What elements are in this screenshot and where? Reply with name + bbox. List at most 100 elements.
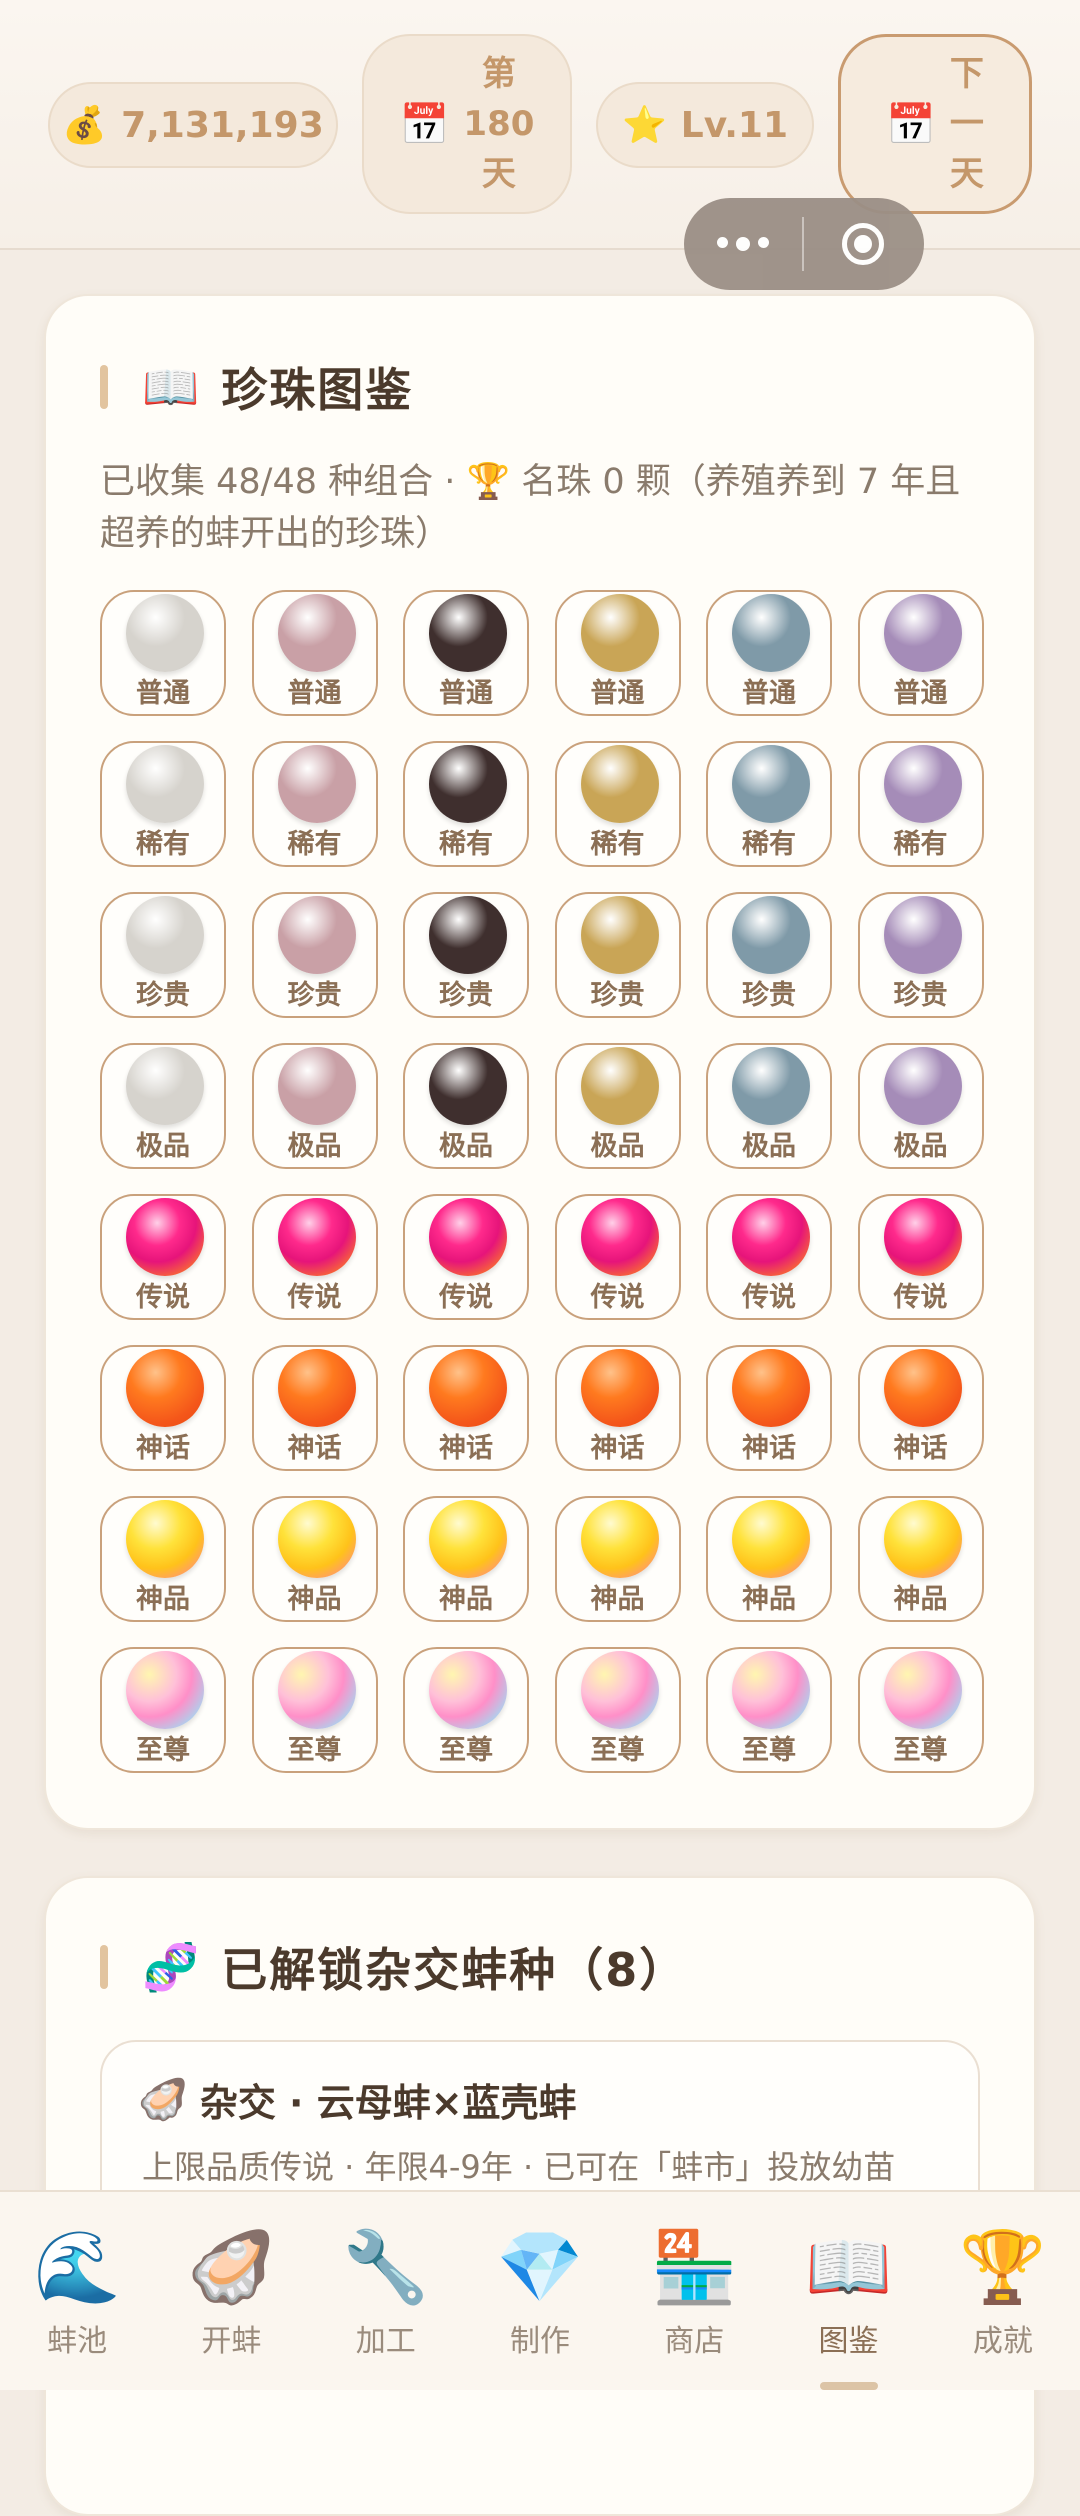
pearl-icon [580,1500,659,1578]
pearl-tile[interactable]: 传说 [403,1194,529,1320]
pearl-grade-label: 稀有 [590,829,645,860]
pearl-grade-label: 稀有 [287,829,342,860]
pearl-tile[interactable]: 至尊 [706,1647,832,1773]
pearl-tile[interactable]: 稀有 [100,741,226,867]
pearl-icon [429,594,507,672]
pearl-grade-label: 珍贵 [742,980,796,1011]
pearl-icon [126,1047,204,1125]
pearl-tile[interactable]: 稀有 [251,741,378,867]
day-line: 天 [481,154,516,194]
pearl-icon [732,1198,810,1276]
nav-item-4[interactable]: 💎 制作 [463,2192,617,2390]
nav-label: 开蚌 [201,2324,262,2359]
dna-icon: 🧬 [142,1939,200,1994]
pearl-tile[interactable]: 珍贵 [706,892,832,1018]
pearl-tile[interactable]: 极品 [706,1043,832,1169]
pearl-tile[interactable]: 珍贵 [857,892,984,1018]
pearl-tile[interactable]: 神品 [857,1496,984,1622]
pearl-grade-label: 至尊 [136,1735,190,1766]
more-dots-icon [758,237,769,248]
pearl-tile[interactable]: 神话 [100,1345,226,1471]
nav-item-1[interactable]: 🌊 蚌池 [0,2192,154,2390]
pearl-grade-label: 神品 [136,1584,190,1615]
next-day-button[interactable]: 📅 下 一 天 [838,34,1032,214]
pearl-tile[interactable]: 神品 [100,1496,226,1622]
pearl-tile[interactable]: 至尊 [100,1647,226,1773]
pearl-grade-label: 珍贵 [893,980,948,1011]
pearl-tile[interactable]: 普通 [100,590,226,716]
pearl-tile[interactable]: 至尊 [251,1647,378,1773]
pearl-grade-label: 珍贵 [590,980,645,1011]
nav-item-7[interactable]: 🏆 成就 [926,2192,1080,2390]
pearl-grade-label: 普通 [742,678,796,709]
pearl-tile[interactable]: 极品 [251,1043,378,1169]
pearl-tile[interactable]: 神品 [706,1496,832,1622]
pearl-tile[interactable]: 极品 [100,1043,226,1169]
nav-item-2[interactable]: 🦪 开蚌 [154,2192,308,2390]
codex-title: 珍珠图鉴 [221,363,414,417]
day-line: 第 [481,54,516,94]
pearl-tile[interactable]: 极品 [554,1043,681,1169]
pearl-tile[interactable]: 神品 [403,1496,529,1622]
nav-item-3[interactable]: 🔧 加工 [309,2192,463,2390]
target-icon [842,223,884,265]
pearl-tile[interactable]: 神品 [251,1496,378,1622]
pearl-tile[interactable]: 珍贵 [251,892,378,1018]
more-options-button[interactable] [684,237,802,251]
pearl-tile[interactable]: 稀有 [403,741,529,867]
pearl-grade-label: 珍贵 [287,980,342,1011]
pearl-icon [126,1349,204,1427]
pearl-tile[interactable]: 普通 [706,590,832,716]
pearl-tile[interactable]: 极品 [403,1043,529,1169]
pearl-tile[interactable]: 珍贵 [100,892,226,1018]
pearl-tile[interactable]: 稀有 [706,741,832,867]
pearl-grade-label: 极品 [136,1131,190,1162]
pearl-tile[interactable]: 普通 [403,590,529,716]
pearl-grade-label: 至尊 [590,1735,645,1766]
pearl-tile[interactable]: 神话 [251,1345,378,1471]
pearl-grade-label: 极品 [590,1131,645,1162]
pearl-grade-label: 稀有 [742,829,796,860]
pearl-tile[interactable]: 传说 [857,1194,984,1320]
pearl-tile[interactable]: 至尊 [857,1647,984,1773]
pearl-tile[interactable]: 神话 [706,1345,832,1471]
pearl-tile[interactable]: 普通 [554,590,681,716]
pearl-tile[interactable]: 传说 [251,1194,378,1320]
pearl-icon [883,1500,962,1578]
pearl-tile[interactable]: 稀有 [857,741,984,867]
pearl-tile[interactable]: 传说 [100,1194,226,1320]
top-bar: 💰 7,131,193 📅 第 180 天 ⭐ Lv.11 📅 下 一 天 [0,0,1080,250]
pearl-icon [732,745,810,823]
pearl-icon [580,1047,659,1125]
pearl-grade-label: 传说 [893,1282,948,1313]
coins-value: 7,131,193 [121,104,324,146]
pearl-tile[interactable]: 神品 [554,1496,681,1622]
book-icon: 📖 [804,2226,893,2308]
pearl-tile[interactable]: 传说 [554,1194,681,1320]
level-value: Lv.11 [680,104,789,146]
pearl-icon [429,1198,507,1276]
pearl-tile[interactable]: 神话 [554,1345,681,1471]
pearl-tile[interactable]: 神话 [403,1345,529,1471]
pearl-tile[interactable]: 普通 [857,590,984,716]
pearl-tile[interactable]: 珍贵 [554,892,681,1018]
pearl-tile[interactable]: 珍贵 [403,892,529,1018]
pearl-grade-label: 神话 [893,1433,948,1464]
pearl-tile[interactable]: 极品 [857,1043,984,1169]
pearl-icon [732,1047,810,1125]
pearl-tile[interactable]: 普通 [251,590,378,716]
codex-header: 📖 珍珠图鉴 [100,354,413,420]
hybrid-item-name: 杂交 · 云母蚌×蓝壳蚌 [199,2081,577,2125]
pearl-icon [883,745,962,823]
pearl-tile[interactable]: 稀有 [554,741,681,867]
nav-item-6[interactable]: 📖 图鉴 [771,2192,925,2390]
close-miniprogram-button[interactable] [804,223,922,265]
pearl-tile[interactable]: 神话 [857,1345,984,1471]
pearl-icon [126,1500,204,1578]
nav-item-5[interactable]: 🏪 商店 [617,2192,771,2390]
pearl-tile[interactable]: 至尊 [403,1647,529,1773]
pearl-tile[interactable]: 传说 [706,1194,832,1320]
pearl-tile[interactable]: 至尊 [554,1647,681,1773]
star-icon: ⭐ [621,105,667,146]
oyster-icon: 🦪 [138,2077,188,2123]
